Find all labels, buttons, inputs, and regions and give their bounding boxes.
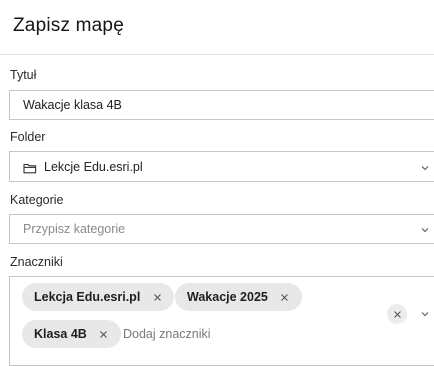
title-label: Tytuł [10, 68, 37, 82]
chevron-down-icon[interactable] [420, 309, 430, 319]
title-field[interactable]: Wakacje klasa 4B [9, 90, 434, 120]
folder-select[interactable]: Lekcje Edu.esri.pl [9, 151, 434, 182]
folder-icon [23, 161, 37, 179]
category-select[interactable]: Przypisz kategorie [9, 214, 434, 244]
category-placeholder: Przypisz kategorie [23, 222, 126, 236]
folder-value: Lekcje Edu.esri.pl [44, 160, 143, 174]
tag-chip-label: Lekcja Edu.esri.pl [34, 290, 141, 304]
dialog-title: Zapisz mapę [13, 15, 124, 36]
tag-chip-label: Wakacje 2025 [187, 290, 268, 304]
close-icon[interactable] [150, 290, 164, 304]
clear-tags-button[interactable] [387, 304, 407, 324]
close-icon[interactable] [97, 327, 111, 341]
chevron-down-icon [420, 163, 430, 173]
chevron-down-icon [420, 225, 430, 235]
tag-chip: Wakacje 2025 [175, 283, 302, 311]
close-icon[interactable] [278, 290, 292, 304]
tag-chip: Lekcja Edu.esri.pl [22, 283, 175, 311]
close-icon [393, 310, 402, 319]
tag-chip-label: Klasa 4B [34, 327, 87, 341]
category-label: Kategorie [10, 193, 64, 207]
folder-label: Folder [10, 130, 46, 144]
dialog-header: Zapisz mapę [0, 0, 434, 55]
title-value: Wakacje klasa 4B [23, 98, 122, 112]
tag-input[interactable] [123, 327, 263, 341]
tags-label: Znaczniki [10, 255, 63, 269]
tags-field[interactable]: Lekcja Edu.esri.pl Wakacje 2025 Klasa 4B [9, 276, 434, 366]
tag-chip: Klasa 4B [22, 320, 121, 348]
